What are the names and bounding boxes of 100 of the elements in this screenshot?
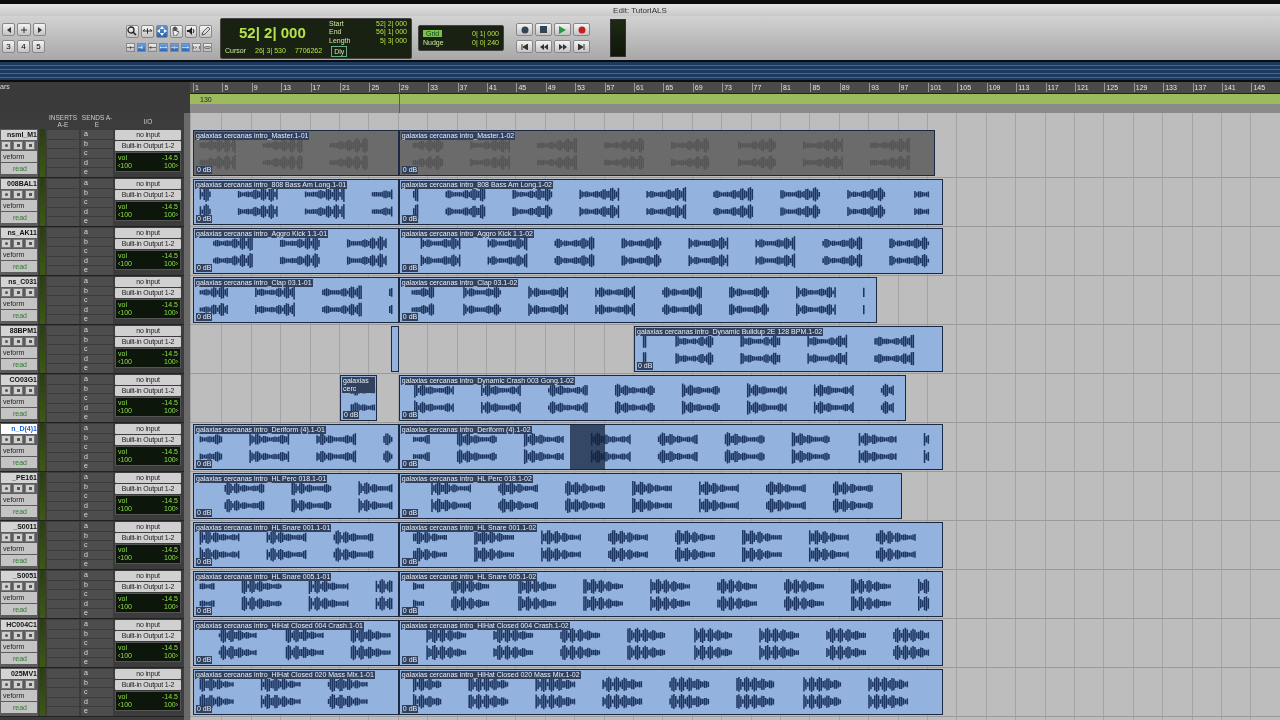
zoom-preset-button[interactable]: 5 [32, 40, 45, 53]
online-button[interactable] [516, 23, 533, 36]
track-toggle-button[interactable] [1, 484, 11, 493]
track-toggle-button[interactable] [25, 533, 35, 542]
hand-icon [172, 26, 181, 36]
track-toggle-button[interactable] [25, 239, 35, 248]
track-toggle-button[interactable] [25, 337, 35, 346]
main-counter[interactable]: 52| 2| 000 [239, 24, 306, 41]
zoom-out-button[interactable] [2, 23, 15, 36]
pencil-tool-button[interactable] [199, 24, 212, 38]
zoom-preset-button[interactable]: 3 [2, 40, 15, 53]
track-toggle-button[interactable] [1, 680, 11, 689]
audio-clip[interactable] [391, 326, 399, 372]
square-icon [16, 144, 20, 147]
dot-icon [4, 193, 8, 196]
track-toggle-button[interactable] [1, 631, 11, 640]
mode-button[interactable] [181, 42, 190, 52]
return-to-zero-button[interactable] [516, 40, 533, 53]
track-toggle-button[interactable] [1, 141, 11, 150]
square-icon [16, 536, 20, 539]
track-toggle-button[interactable] [13, 337, 23, 346]
mode-button[interactable] [159, 42, 168, 52]
zoom-toggle-button[interactable] [17, 23, 31, 36]
track-toggle-button[interactable] [13, 484, 23, 493]
mode-button[interactable] [192, 42, 201, 52]
marker-ruler[interactable] [190, 104, 1280, 113]
track-toggle-button[interactable] [13, 582, 23, 591]
stop-button[interactable] [535, 23, 552, 36]
square-icon [16, 683, 20, 686]
square-icon [16, 340, 20, 343]
arrows-icon [171, 44, 178, 50]
dot-icon [4, 634, 8, 637]
zoom-in-button[interactable] [33, 23, 46, 36]
selector-tool-button[interactable] [155, 24, 169, 38]
track-toggle-button[interactable] [25, 484, 35, 493]
rewind-icon [539, 43, 548, 50]
trim-tool-button[interactable] [140, 24, 154, 38]
track-toggle-button[interactable] [13, 239, 23, 248]
mode-button[interactable] [126, 42, 135, 52]
track-toggle-button[interactable] [13, 435, 23, 444]
mode-button[interactable] [137, 42, 146, 52]
mode-button[interactable] [148, 42, 157, 52]
track-toggle-button[interactable] [13, 386, 23, 395]
square-icon [28, 242, 32, 245]
go-to-end-button[interactable] [573, 40, 590, 53]
rewind-button[interactable] [535, 40, 552, 53]
dot-icon [4, 242, 8, 245]
track-toggle-button[interactable] [13, 288, 23, 297]
track-toggle-button[interactable] [1, 582, 11, 591]
grabber-tool-button[interactable] [170, 24, 183, 38]
square-icon [28, 193, 32, 196]
link-icon [204, 44, 211, 50]
track-toggle-button[interactable] [1, 337, 11, 346]
track-toggle-button[interactable] [1, 190, 11, 199]
track-toggle-button[interactable] [25, 190, 35, 199]
zoom-tool-button[interactable] [126, 24, 139, 38]
track-toggle-button[interactable] [13, 680, 23, 689]
track-toggle-button[interactable] [1, 288, 11, 297]
track-toggle-button[interactable] [25, 141, 35, 150]
crosshair-icon [156, 26, 167, 36]
overview-bar[interactable] [0, 62, 1280, 80]
track-toggle-button[interactable] [13, 190, 23, 199]
arrow-bar-icon [138, 44, 145, 50]
square-icon [28, 487, 32, 490]
square-icon [16, 193, 20, 196]
dot-icon [4, 144, 8, 147]
mode-button[interactable] [203, 42, 212, 52]
arrow-right-icon [36, 26, 43, 33]
master-meter [610, 19, 626, 57]
square-icon [28, 144, 32, 147]
scrubber-tool-button[interactable] [184, 24, 198, 38]
fast-forward-button[interactable] [554, 40, 571, 53]
window-title: Edit: TutorIALS [613, 5, 667, 15]
track-toggle-button[interactable] [1, 533, 11, 542]
track-toggle-button[interactable] [25, 435, 35, 444]
track-toggle-button[interactable] [1, 239, 11, 248]
track-toggle-button[interactable] [13, 533, 23, 542]
dot-icon [4, 683, 8, 686]
plus-icon [20, 25, 28, 34]
track-toggle-button[interactable] [25, 386, 35, 395]
mode-button[interactable] [170, 42, 179, 52]
track-toggle-button[interactable] [13, 631, 23, 640]
track-toggle-button[interactable] [25, 288, 35, 297]
track-toggle-button[interactable] [1, 386, 11, 395]
speaker-icon [186, 26, 197, 36]
square-icon [28, 585, 32, 588]
globe-icon [520, 25, 529, 34]
zoom-preset-button[interactable]: 4 [17, 40, 30, 53]
fast-forward-icon [558, 43, 567, 50]
track-toggle-button[interactable] [25, 582, 35, 591]
square-icon [16, 634, 20, 637]
search-icon [127, 26, 138, 36]
dot-icon [4, 438, 8, 441]
track-toggle-button[interactable] [25, 631, 35, 640]
stop-icon [540, 26, 547, 33]
arrows-icon [160, 44, 167, 50]
track-toggle-button[interactable] [1, 435, 11, 444]
track-toggle-button[interactable] [25, 680, 35, 689]
record-button[interactable] [573, 23, 590, 36]
track-toggle-button[interactable] [13, 141, 23, 150]
